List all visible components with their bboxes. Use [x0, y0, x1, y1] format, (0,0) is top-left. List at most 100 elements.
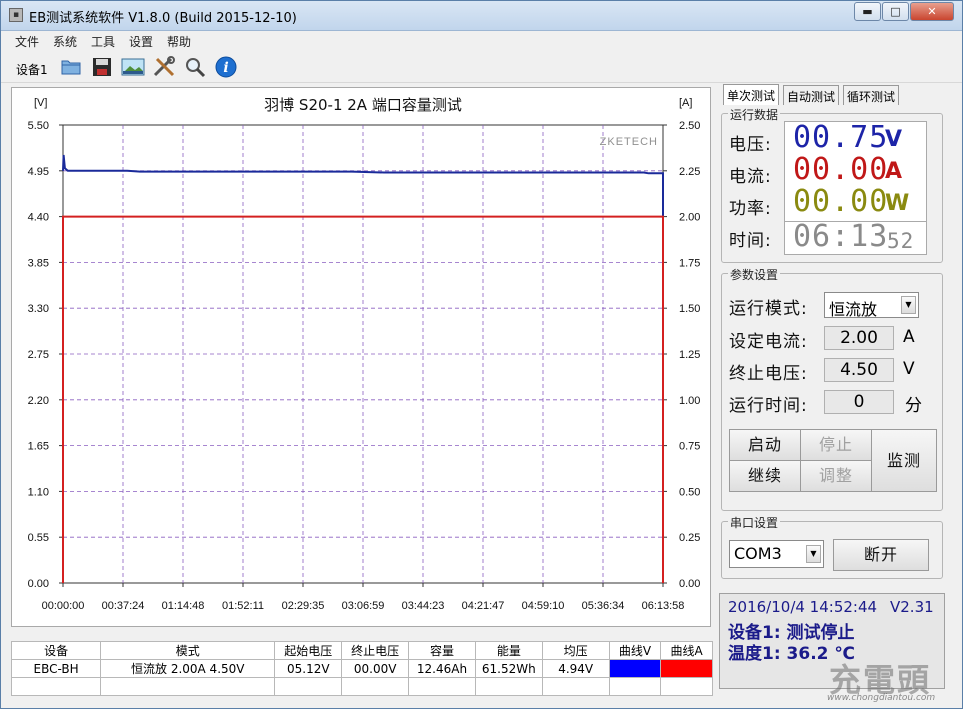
stop-button[interactable]: 停止: [800, 429, 872, 461]
tools-icon[interactable]: [151, 55, 177, 79]
status-version: V2.31: [890, 598, 934, 616]
open-folder-icon[interactable]: [58, 55, 84, 79]
chart-panel: 5.50 4.95 4.40 3.85 3.30 2.75 2.20 1.65 1.10 0.55…: [11, 87, 711, 627]
x-tick-label: 05:36:34: [582, 600, 625, 612]
y-left-unit-label: [V]: [34, 97, 47, 109]
chevron-down-icon[interactable]: ▼: [901, 296, 916, 314]
empty-cell: [100, 677, 276, 696]
y-left-tick-label: 1.65: [28, 441, 49, 453]
minimize-button[interactable]: ▬: [854, 2, 881, 21]
image-icon[interactable]: [120, 55, 146, 79]
x-tick-label: 00:00:00: [42, 600, 85, 612]
voltage-readout: 00.75: [793, 120, 889, 155]
lcd-display: 00.75 V 00.00 A 00.00 W 06:13 52: [784, 121, 927, 255]
table-row[interactable]: EBC-BH 恒流放 2.00A 4.50V 05.12V 00.00V 12.…: [10, 659, 713, 678]
voltage-unit: V: [885, 127, 904, 152]
continue-button[interactable]: 继续: [729, 460, 801, 492]
current-set-label: 设定电流:: [729, 332, 808, 352]
x-tick-label: 04:21:47: [462, 600, 505, 612]
status-panel: 2016/10/4 14:52:44 V2.31 设备1: 测试停止 温度1: …: [719, 593, 945, 689]
adjust-button[interactable]: 调整: [800, 460, 872, 492]
x-tick-label: 06:13:58: [642, 600, 685, 612]
menu-system[interactable]: 系统: [53, 33, 77, 50]
menu-bar: 文件 系统 工具 设置 帮助: [1, 31, 962, 51]
power-readout: 00.00: [793, 184, 889, 219]
header-start-voltage: 起始电压: [274, 641, 343, 660]
curve-a-swatch[interactable]: [660, 659, 713, 678]
close-button[interactable]: ✕: [910, 2, 954, 21]
empty-cell: [608, 677, 662, 696]
current-unit: A: [885, 159, 904, 184]
start-button[interactable]: 启动: [729, 429, 801, 461]
menu-help[interactable]: 帮助: [167, 33, 191, 50]
tab-cycle-test[interactable]: 循环测试: [843, 85, 900, 105]
menu-file[interactable]: 文件: [15, 33, 39, 50]
empty-cell: [474, 677, 543, 696]
com-port-select[interactable]: COM3 ▼: [729, 540, 824, 568]
chart-watermark: ZKETECH: [600, 136, 658, 148]
empty-cell: [10, 677, 102, 696]
cell-device: EBC-BH: [10, 659, 102, 678]
y-right-tick-label: 1.00: [679, 395, 700, 407]
window-title: EB测试系统软件 V1.8.0 (Build 2015-12-10): [29, 11, 297, 26]
mode-select[interactable]: 恒流放 ▼: [824, 292, 919, 319]
y-right-tick-label: 0.00: [679, 578, 700, 590]
current-label: 电流:: [729, 167, 772, 187]
y-left-tick-label: 3.85: [28, 257, 49, 269]
com-port-value: COM3: [734, 544, 782, 563]
cell-end-voltage: 00.00V: [341, 659, 410, 678]
y-right-tick-label: 0.25: [679, 532, 700, 544]
device-label: 设备1: [16, 63, 48, 77]
runtime-unit: 分: [905, 396, 922, 416]
x-tick-label: 03:06:59: [342, 600, 385, 612]
search-icon[interactable]: [182, 55, 208, 79]
cell-avg-voltage: 4.94V: [541, 659, 610, 678]
header-capacity: 容量: [408, 641, 476, 660]
cell-energy: 61.52Wh: [474, 659, 543, 678]
maximize-button[interactable]: □: [882, 2, 909, 21]
current-readout: 00.00: [793, 152, 889, 187]
cutoff-voltage-field[interactable]: 4.50: [824, 358, 894, 382]
y-right-tick-label: 1.50: [679, 303, 700, 315]
save-icon[interactable]: [89, 55, 115, 79]
menu-settings[interactable]: 设置: [129, 33, 153, 50]
serial-title: 串口设置: [728, 514, 781, 531]
y-right-tick-label: 1.75: [679, 257, 700, 269]
empty-cell: [408, 677, 476, 696]
toolbar: 设备1 i: [1, 51, 962, 83]
time-label: 时间:: [729, 231, 772, 251]
y-right-tick-label: 2.25: [679, 166, 700, 178]
title-bar[interactable]: ▪ EB测试系统软件 V1.8.0 (Build 2015-12-10) ▬ □…: [1, 1, 962, 31]
time-readout: 06:13: [793, 219, 889, 254]
power-label: 功率:: [729, 199, 772, 219]
disconnect-button[interactable]: 断开: [833, 539, 929, 571]
svg-text:i: i: [223, 60, 228, 76]
status-temperature: 温度1: 36.2 ℃: [728, 644, 855, 664]
y-left-tick-label: 2.75: [28, 349, 49, 361]
tab-auto-test[interactable]: 自动测试: [783, 85, 840, 105]
chevron-down-icon[interactable]: ▼: [806, 545, 821, 563]
chart-title: 羽博 S20-1 2A 端口容量测试: [264, 96, 462, 114]
time-seconds-readout: 52: [887, 229, 915, 253]
tab-single-test[interactable]: 单次测试: [723, 84, 780, 105]
current-set-field[interactable]: 2.00: [824, 326, 894, 350]
y-left-tick-label: 4.40: [28, 212, 49, 224]
y-left-tick-label: 0.55: [28, 532, 49, 544]
curve-v-swatch[interactable]: [608, 659, 662, 678]
runtime-label: 运行时间:: [729, 396, 808, 416]
monitor-button[interactable]: 监测: [871, 429, 937, 492]
cell-capacity: 12.46Ah: [408, 659, 476, 678]
results-table: 设备 模式 起始电压 终止电压 容量 能量 均压 曲线V 曲线A EBC-BH …: [10, 641, 713, 696]
info-icon[interactable]: i: [213, 55, 239, 79]
menu-tools[interactable]: 工具: [91, 33, 115, 50]
y-left-tick-label: 2.20: [28, 395, 49, 407]
empty-cell: [274, 677, 343, 696]
watermark-url: www.chongdiantou.com: [827, 693, 936, 703]
power-unit: W: [885, 191, 911, 216]
capacity-chart: 5.50 4.95 4.40 3.85 3.30 2.75 2.20 1.65 1.10 0.55…: [28, 96, 701, 612]
mode-label: 运行模式:: [729, 299, 808, 319]
y-left-tick-label: 5.50: [28, 120, 49, 132]
runtime-field[interactable]: 0: [824, 390, 894, 414]
cell-start-voltage: 05.12V: [274, 659, 343, 678]
mode-select-value: 恒流放: [829, 300, 878, 319]
